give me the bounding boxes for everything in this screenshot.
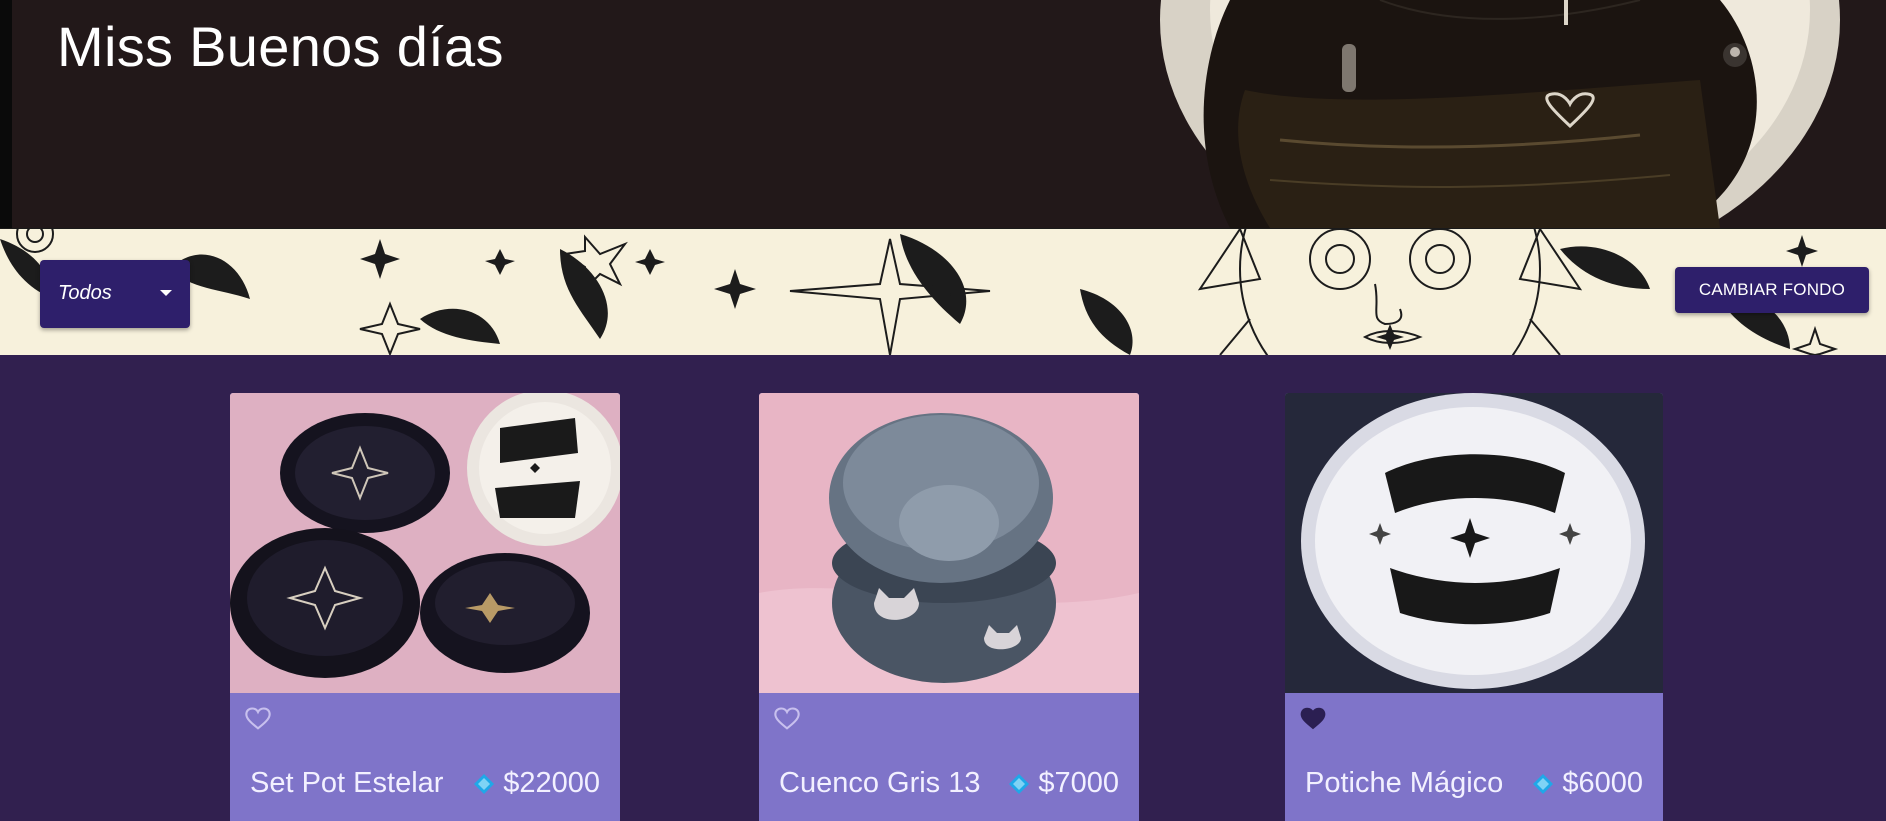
product-price: $6000 (1562, 767, 1643, 799)
site-title: Miss Buenos días (57, 15, 504, 78)
product-card[interactable]: Potiche Mágico $6000 (1285, 393, 1663, 821)
heart-filled-icon[interactable] (1299, 705, 1327, 733)
category-filter-select[interactable]: Todos (40, 260, 190, 328)
product-photo (759, 393, 1139, 693)
product-photo (230, 393, 620, 693)
product-price-group: $7000 (1008, 767, 1119, 800)
celestial-pattern (0, 229, 1839, 355)
heart-outline-icon[interactable] (773, 705, 801, 733)
product-price-group: $6000 (1532, 767, 1643, 800)
product-photo (1285, 393, 1663, 693)
product-name: Set Pot Estelar (250, 767, 444, 799)
product-name: Cuenco Gris 13 (779, 767, 981, 799)
product-price-group: $22000 (473, 767, 600, 800)
change-background-button[interactable]: CAMBIAR FONDO (1675, 267, 1869, 313)
diamond-currency-icon (1009, 773, 1030, 794)
diamond-currency-icon (474, 773, 495, 794)
product-price: $7000 (1038, 767, 1119, 799)
product-card[interactable]: Cuenco Gris 13 $7000 (759, 393, 1139, 821)
product-price: $22000 (503, 767, 600, 799)
diamond-currency-icon (1533, 773, 1554, 794)
heart-outline-icon[interactable] (244, 705, 272, 733)
decorative-pattern-band (0, 228, 1886, 355)
hero-bowl-image (1080, 0, 1886, 228)
product-name: Potiche Mágico (1305, 767, 1504, 799)
header-edge (0, 0, 12, 228)
caret-down-icon (160, 290, 172, 296)
product-card[interactable]: Set Pot Estelar $22000 (230, 393, 620, 821)
filter-selected-value: Todos (58, 282, 112, 304)
site-header: Miss Buenos días (0, 0, 1886, 228)
